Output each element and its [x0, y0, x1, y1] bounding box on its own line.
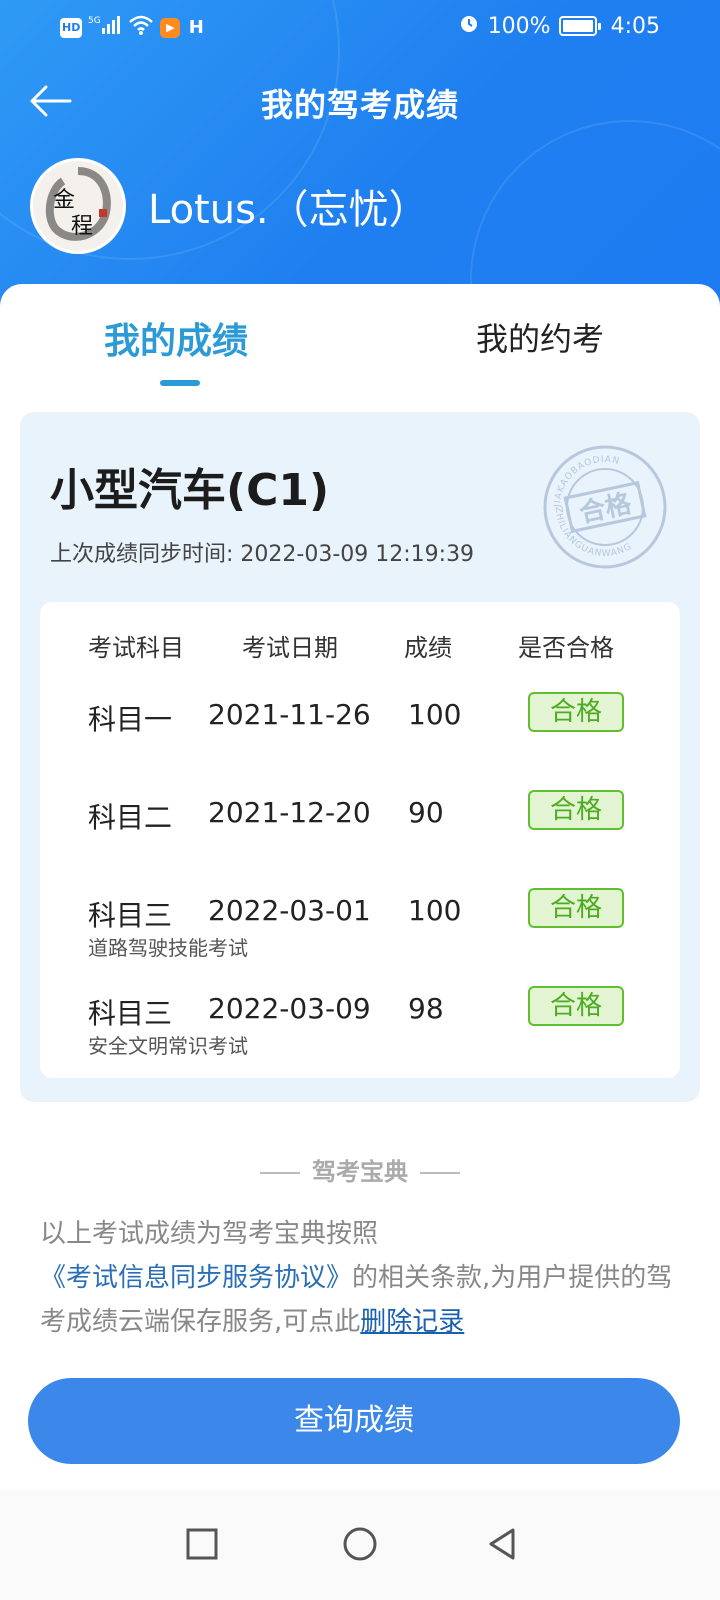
pass-badge: 合格	[528, 692, 624, 732]
username: Lotus.（忘忧）	[148, 187, 429, 233]
pass-badge: 合格	[528, 888, 624, 928]
row-score: 100	[408, 894, 462, 927]
row-subject: 科目一	[88, 703, 173, 736]
query-scores-button[interactable]: 查询成绩	[28, 1378, 680, 1464]
brand-divider: 驾考宝典	[0, 1152, 720, 1187]
row-score: 100	[408, 698, 462, 731]
disclaimer-part1: 以上考试成绩为驾考宝典按照	[40, 1219, 379, 1249]
disclaimer-text: 以上考试成绩为驾考宝典按照《考试信息同步服务协议》的相关条款,为用户提供的驾考成…	[40, 1212, 680, 1344]
row-note: 安全文明常识考试	[88, 1034, 248, 1058]
video-app-icon: ▶	[160, 18, 181, 38]
clock: 4:05	[610, 13, 660, 39]
row-subject: 科目三	[88, 899, 173, 932]
avatar-char-2: 程	[71, 214, 93, 239]
delete-record-link[interactable]: 删除记录	[360, 1307, 464, 1337]
divider-line	[260, 1172, 300, 1174]
alarm-icon	[458, 12, 480, 40]
svg-text:5G: 5G	[88, 16, 101, 26]
table-row: 科目二 2021-12-20 90 合格	[40, 784, 680, 844]
pass-badge: 合格	[528, 790, 624, 830]
avatar-char-1: 金	[53, 188, 75, 213]
avatar[interactable]: 金 程	[30, 158, 126, 254]
avatar-image: 金 程	[33, 161, 123, 251]
profile: 金 程 Lotus.（忘忧）	[30, 158, 429, 254]
agreement-link[interactable]: 《考试信息同步服务协议》	[40, 1263, 352, 1293]
tab-my-appointments[interactable]: 我的约考	[476, 314, 604, 360]
score-table: 考试科目 考试日期 成绩 是否合格 科目一 2021-11-26 100 合格 …	[40, 602, 680, 1078]
table-row: 科目三 2022-03-01 100 合格 道路驾驶技能考试	[40, 882, 680, 960]
col-header-pass: 是否合格	[518, 634, 614, 662]
table-row: 科目一 2021-11-26 100 合格	[40, 686, 680, 746]
battery-icon	[558, 16, 601, 36]
sync-time: 上次成绩同步时间: 2022-03-09 12:19:39	[50, 542, 475, 567]
col-header-date: 考试日期	[242, 634, 338, 662]
tab-bar: 我的成绩 我的约考	[0, 284, 720, 394]
back-nav-button[interactable]	[472, 1514, 532, 1574]
triangle-back-icon	[489, 1528, 515, 1560]
pass-badge: 合格	[528, 986, 624, 1026]
table-row: 科目三 2022-03-09 98 合格 安全文明常识考试	[40, 980, 680, 1058]
row-date: 2022-03-09	[208, 992, 371, 1025]
row-subject: 科目三	[88, 997, 173, 1030]
wifi-icon	[128, 14, 154, 42]
brand-name: 驾考宝典	[312, 1158, 408, 1186]
license-type: 小型汽车(C1)	[50, 465, 330, 516]
col-header-score: 成绩	[404, 634, 452, 662]
row-date: 2021-12-20	[208, 796, 371, 829]
battery-percent: 100%	[487, 13, 551, 39]
row-date: 2022-03-01	[208, 894, 371, 927]
row-date: 2021-11-26	[208, 698, 371, 731]
score-card: 小型汽车(C1) 上次成绩同步时间: 2022-03-09 12:19:39 J…	[20, 412, 700, 1102]
circle-icon	[343, 1527, 377, 1561]
signal-icon: 5G	[88, 14, 122, 42]
divider-line	[420, 1172, 460, 1174]
tab-my-scores[interactable]: 我的成绩	[104, 312, 248, 364]
status-bar: HD 5G ▶ H 100% 4:05	[0, 0, 720, 52]
square-icon	[186, 1528, 218, 1560]
hd-icon: HD	[60, 18, 83, 38]
page-title: 我的驾考成绩	[260, 86, 459, 124]
recent-apps-button[interactable]	[172, 1514, 232, 1574]
row-score: 98	[408, 992, 444, 1025]
tab-indicator	[160, 380, 200, 386]
system-nav-bar	[0, 1490, 720, 1600]
row-note: 道路驾驶技能考试	[88, 936, 248, 960]
col-header-subject: 考试科目	[88, 634, 184, 662]
content-sheet: 我的成绩 我的约考 小型汽车(C1) 上次成绩同步时间: 2022-03-09 …	[0, 284, 720, 1524]
h-app-icon: H	[188, 17, 204, 38]
row-score: 90	[408, 796, 444, 829]
pass-stamp-icon: JIAKAOBAODIAN ZHILIANGUANWANG 合格	[543, 445, 667, 569]
home-button[interactable]	[330, 1514, 390, 1574]
app-bar: 我的驾考成绩	[0, 66, 720, 136]
row-subject: 科目二	[88, 801, 173, 834]
